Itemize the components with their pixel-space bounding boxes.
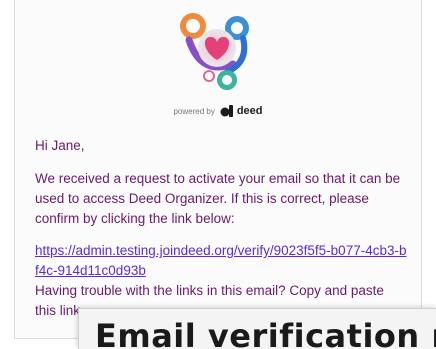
- powered-by-line: powered by deed: [15, 103, 421, 119]
- email-card: powered by deed Hi Jane, We received a r…: [14, 0, 422, 339]
- heart-people-logo-icon: [180, 13, 249, 90]
- deed-brand-name: deed: [236, 105, 263, 117]
- overlay-title: Email verification required: [95, 317, 436, 349]
- deed-brand: deed: [220, 105, 263, 117]
- deed-logo: [15, 6, 421, 94]
- email-content: Hi Jane, We received a request to activa…: [35, 136, 407, 333]
- powered-by-label: powered by: [173, 106, 215, 116]
- body-paragraph: We received a request to activate your e…: [35, 171, 401, 226]
- deed-brand-icon: [220, 105, 233, 117]
- greeting: Hi Jane,: [35, 138, 85, 153]
- verification-overlay-panel: Email verification required: [78, 308, 436, 349]
- verify-link[interactable]: https://admin.testing.joindeed.org/verif…: [35, 243, 406, 278]
